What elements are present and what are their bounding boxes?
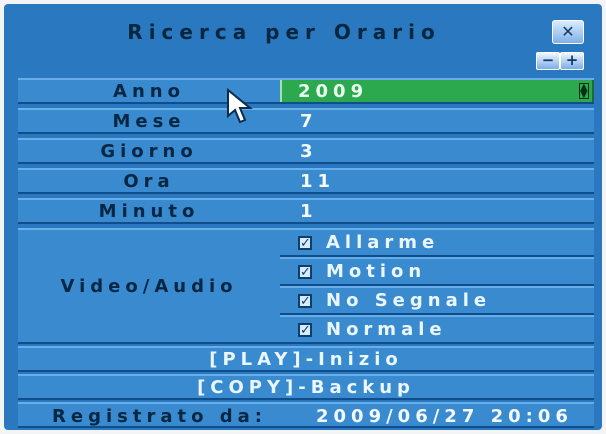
stepper-icon[interactable]: ▲ ▼ [579, 83, 589, 100]
checkbox-label-motion: Motion [326, 261, 427, 282]
field-value-anno[interactable]: 2009 ▲ ▼ [280, 80, 594, 102]
field-value-mese[interactable]: 7 [280, 110, 594, 132]
field-label-ora: Ora [123, 170, 175, 192]
field-label-minuto: Minuto [98, 200, 200, 222]
increment-button[interactable]: + [560, 52, 584, 70]
checkbox-row-motion[interactable]: ✓ Motion [280, 257, 594, 286]
field-label-giorno: Giorno [100, 140, 198, 162]
checkbox-label-allarme: Allarme [326, 232, 440, 253]
checkbox-row-allarme[interactable]: ✓ Allarme [280, 228, 594, 257]
checkbox-label-normale: Normale [326, 319, 447, 340]
field-value-ora[interactable]: 11 [280, 170, 594, 192]
recorded-from-row: Registrato da: 2009/06/27 20:06 [18, 402, 594, 428]
video-audio-label: Video/Audio [18, 228, 280, 344]
field-value-giorno[interactable]: 3 [280, 140, 594, 162]
screen-title: Ricerca per Orario [127, 20, 441, 44]
checkbox-row-no-segnale[interactable]: ✓ No Segnale [280, 286, 594, 315]
dvr-search-screen: Ricerca per Orario ✕ − + Anno 2009 ▲ ▼ Me… [4, 4, 602, 430]
field-value-minuto[interactable]: 1 [280, 200, 594, 222]
field-row-minuto[interactable]: Minuto 1 [18, 198, 594, 224]
checkbox-label-no-segnale: No Segnale [326, 290, 492, 311]
decrement-button[interactable]: − [536, 52, 560, 70]
field-row-ora[interactable]: Ora 11 [18, 168, 594, 194]
checkmark-icon[interactable]: ✓ [298, 235, 312, 250]
close-button[interactable]: ✕ [552, 20, 584, 44]
checkmark-icon[interactable]: ✓ [298, 264, 312, 279]
recorded-value: 2009/06/27 20:06 [316, 406, 573, 427]
play-button[interactable]: [PLAY]-Inizio [18, 346, 594, 372]
mouse-pointer-icon [227, 88, 253, 124]
field-row-mese[interactable]: Mese 7 [18, 108, 594, 134]
checkmark-icon[interactable]: ✓ [298, 293, 312, 308]
field-row-anno[interactable]: Anno 2009 ▲ ▼ [18, 78, 594, 104]
checkbox-row-normale[interactable]: ✓ Normale [280, 315, 594, 344]
copy-button[interactable]: [COPY]-Backup [18, 374, 594, 400]
field-value-text: 2009 [298, 80, 369, 102]
recorded-label: Registrato da: [52, 406, 267, 427]
field-row-giorno[interactable]: Giorno 3 [18, 138, 594, 164]
checkmark-icon[interactable]: ✓ [298, 322, 312, 337]
